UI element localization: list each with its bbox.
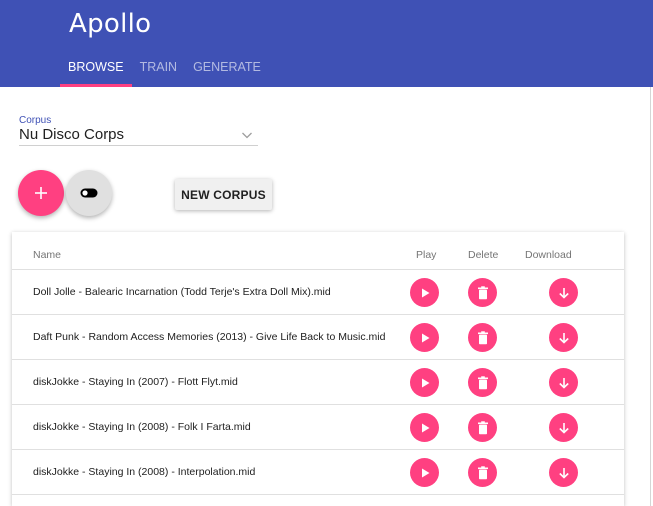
download-button[interactable]	[549, 323, 578, 352]
delete-button[interactable]	[468, 368, 497, 397]
delete-button[interactable]	[468, 323, 497, 352]
play-button[interactable]	[410, 413, 439, 442]
song-name: diskJokke - Staying In (2008) - Folk I F…	[33, 421, 251, 433]
tab-train[interactable]: TRAIN	[132, 52, 186, 87]
trash-icon	[477, 330, 488, 344]
download-button[interactable]	[549, 368, 578, 397]
toggle-button[interactable]	[66, 170, 112, 216]
play-icon	[421, 378, 429, 387]
download-button[interactable]	[549, 413, 578, 442]
play-icon	[421, 423, 429, 432]
play-button[interactable]	[410, 323, 439, 352]
table-header: Name Play Delete Download	[12, 232, 624, 270]
song-name: diskJokke - Staying In (2008) - Interpol…	[33, 466, 256, 478]
chevron-down-icon	[242, 132, 252, 139]
delete-button[interactable]	[468, 278, 497, 307]
arrow-down-icon	[558, 467, 569, 479]
app-bar: Apollo BROWSE TRAIN GENERATE	[0, 0, 653, 87]
plus-icon	[35, 187, 47, 199]
arrow-down-icon	[558, 332, 569, 344]
play-button[interactable]	[410, 368, 439, 397]
tab-bar: BROWSE TRAIN GENERATE	[60, 52, 269, 87]
tab-generate[interactable]: GENERATE	[185, 52, 269, 87]
play-icon	[421, 288, 429, 297]
table-row: diskJokke - Staying In (2008) - Interpol…	[12, 450, 624, 495]
add-button[interactable]	[18, 170, 64, 216]
song-name: Doll Jolle - Balearic Incarnation (Todd …	[33, 286, 331, 298]
trash-icon	[477, 465, 488, 479]
tab-browse[interactable]: BROWSE	[60, 52, 132, 87]
download-button[interactable]	[549, 278, 578, 307]
corpus-selected-value: Nu Disco Corps	[19, 126, 125, 143]
table-row: diskJokke - Staying In (2008) - Folk I F…	[12, 405, 624, 450]
play-button[interactable]	[410, 278, 439, 307]
table-row: Daft Punk - Random Access Memories (2013…	[12, 315, 624, 360]
arrow-down-icon	[558, 422, 569, 434]
arrow-down-icon	[558, 287, 569, 299]
column-header-download: Download	[525, 249, 572, 261]
trash-icon	[477, 420, 488, 434]
download-button[interactable]	[549, 458, 578, 487]
delete-button[interactable]	[468, 458, 497, 487]
songs-table: Name Play Delete Download Doll Jolle - B…	[12, 232, 624, 506]
song-name: diskJokke - Staying In (2007) - Flott Fl…	[33, 376, 238, 388]
play-icon	[421, 468, 429, 477]
play-button[interactable]	[410, 458, 439, 487]
column-header-play: Play	[416, 249, 437, 261]
content-edge-divider	[650, 87, 651, 506]
table-row: Doll Jolle - Balearic Incarnation (Todd …	[12, 270, 624, 315]
trash-icon	[477, 285, 488, 299]
delete-button[interactable]	[468, 413, 497, 442]
corpus-select[interactable]: Nu Disco Corps	[19, 126, 258, 146]
column-header-name: Name	[33, 249, 62, 261]
corpus-label: Corpus	[19, 115, 52, 126]
song-name: Daft Punk - Random Access Memories (2013…	[33, 331, 386, 343]
trash-icon	[477, 375, 488, 389]
toggle-icon	[80, 188, 98, 198]
table-row: diskJokke - Staying In (2007) - Flott Fl…	[12, 360, 624, 405]
app-title: Apollo	[69, 9, 152, 39]
arrow-down-icon	[558, 377, 569, 389]
new-corpus-button[interactable]: NEW CORPUS	[175, 179, 272, 210]
column-header-delete: Delete	[468, 249, 499, 261]
play-icon	[421, 333, 429, 342]
